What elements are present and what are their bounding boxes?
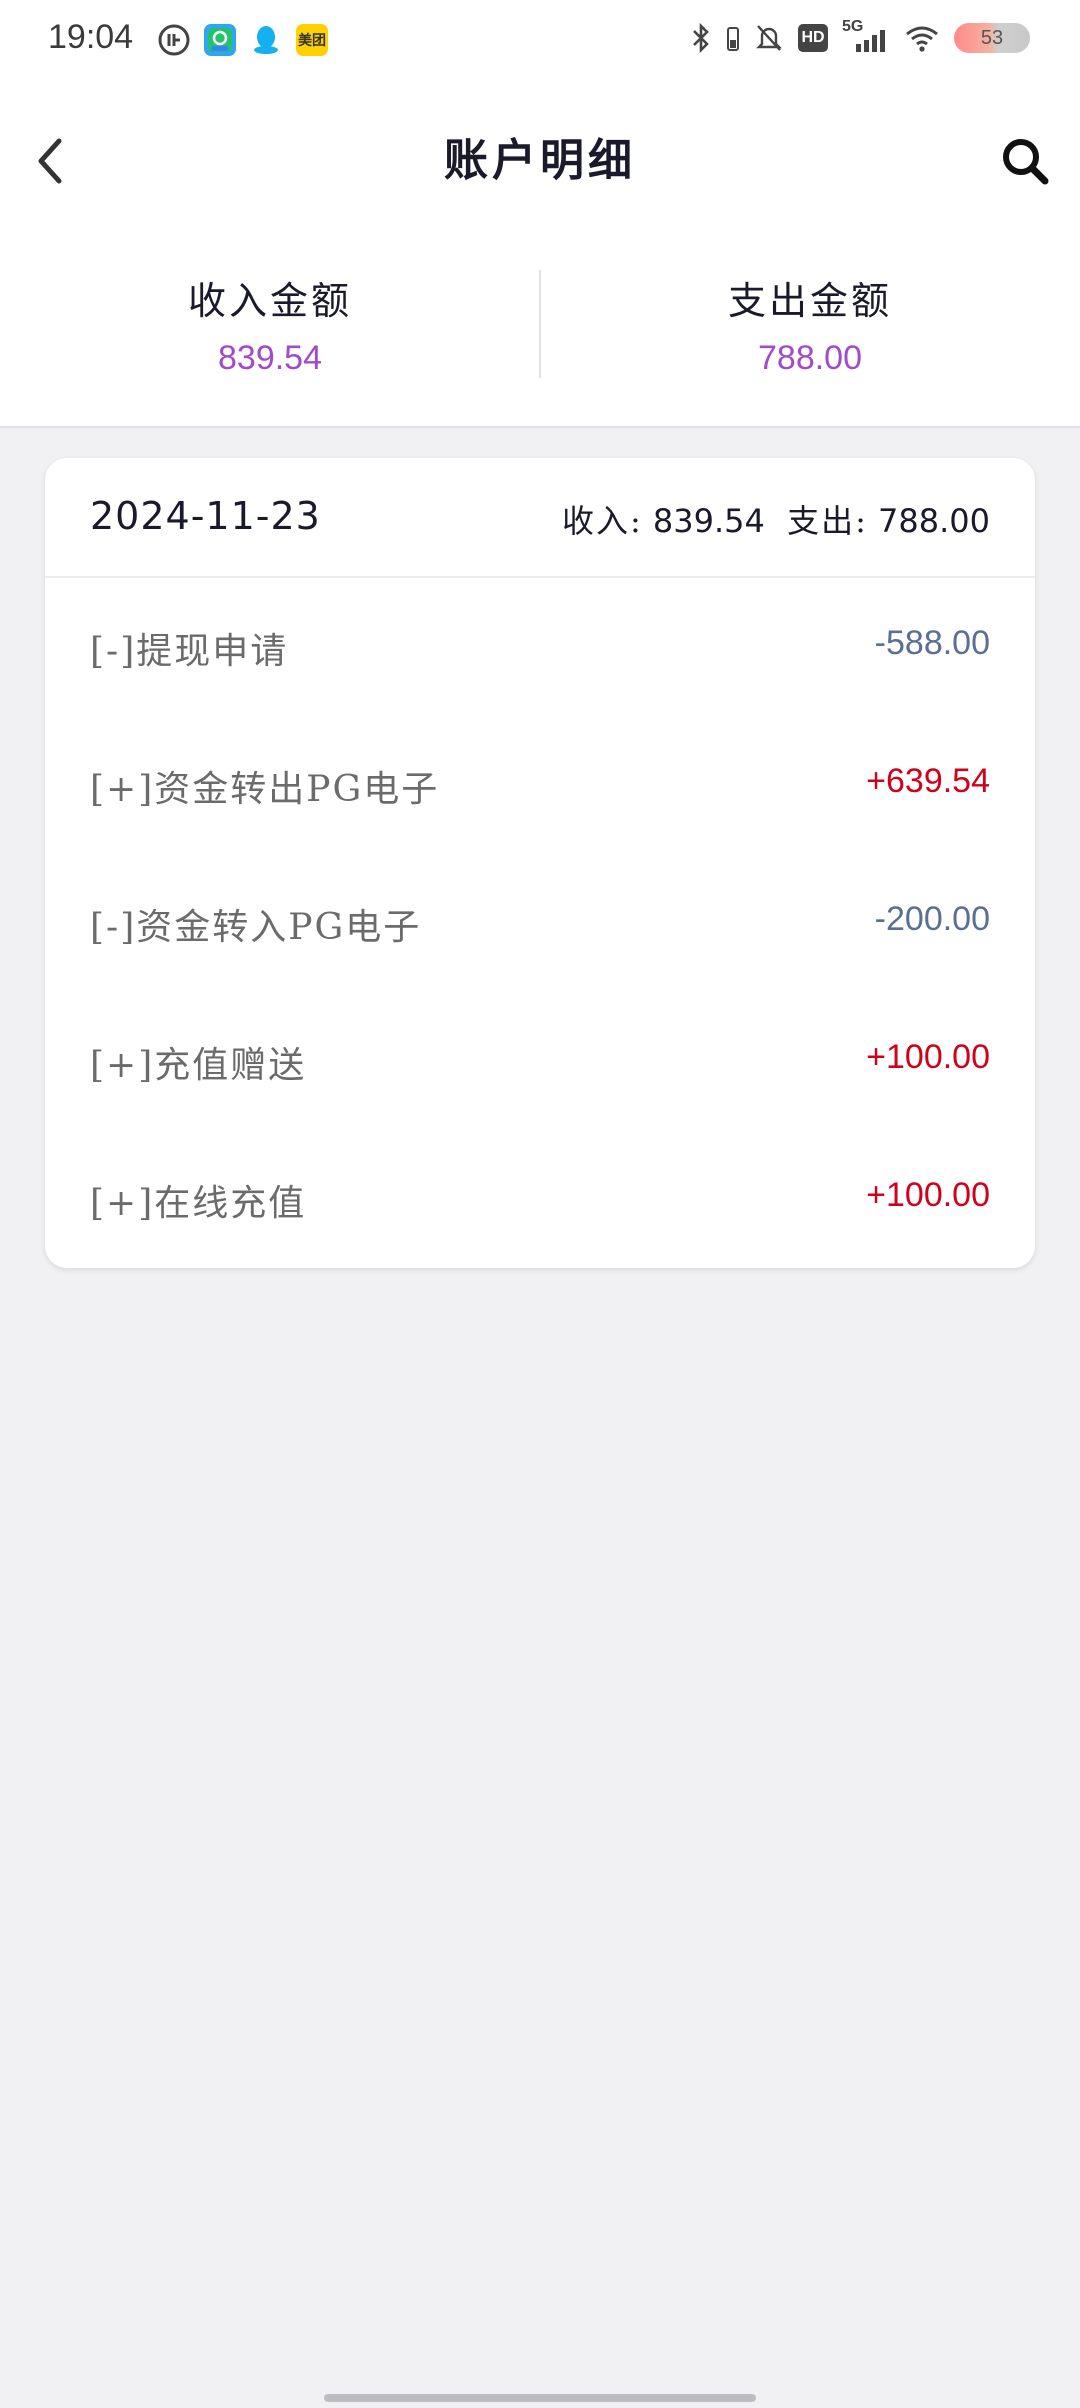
day-expense-total: 788.00 [878, 502, 990, 540]
transaction-amount: -200.00 [874, 900, 990, 938]
card-header: 2024-11-23 收入: 839.54 支出: 788.00 [45, 458, 1035, 578]
day-income-total: 839.54 [652, 502, 765, 540]
expense-summary: 支出金额 788.00 [540, 234, 1080, 426]
transaction-amount: +100.00 [866, 1176, 990, 1214]
qq-icon [250, 24, 282, 56]
transaction-row[interactable]: [+]充值赠送 +100.00 [45, 992, 1035, 1130]
income-label: 收入金额 [187, 279, 352, 323]
day-income-label: 收入: [561, 502, 643, 540]
meituan-app-icon: 美团 [296, 24, 328, 56]
wifi-icon [906, 26, 938, 52]
cellular-signal-icon: 5G [842, 18, 890, 54]
transaction-label: [-]资金转入PG电子 [90, 907, 422, 948]
expense-value: 788.00 [758, 339, 862, 377]
day-transactions-card: 2024-11-23 收入: 839.54 支出: 788.00 [-]提现申请… [45, 458, 1035, 1268]
wifi-assistant-app-icon [204, 24, 236, 56]
day-totals: 收入: 839.54 支出: 788.00 [562, 496, 990, 542]
transaction-amount: +639.54 [866, 762, 990, 800]
hd-icon: HD [798, 24, 828, 52]
expense-label: 支出金额 [727, 279, 892, 323]
transaction-row[interactable]: [+]在线充值 +100.00 [45, 1130, 1035, 1268]
transaction-label: [+]在线充值 [90, 1183, 307, 1224]
income-value: 839.54 [218, 339, 322, 377]
notification-icons: 美团 [158, 24, 328, 56]
app-notification-icon [158, 24, 190, 56]
bluetooth-icon [693, 22, 709, 54]
transaction-row[interactable]: [+]资金转出PG电子 +639.54 [45, 716, 1035, 854]
search-icon [1003, 139, 1049, 185]
transaction-row[interactable]: [-]提现申请 -588.00 [45, 578, 1035, 716]
mute-bell-icon [756, 25, 782, 51]
app-header: 账户明细 [0, 84, 1080, 234]
transaction-label: [-]提现申请 [90, 631, 289, 672]
transaction-amount: -588.00 [874, 624, 990, 662]
transaction-amount: +100.00 [866, 1038, 990, 1076]
system-status-icons: HD 5G 53 [690, 18, 1030, 54]
page-title: 账户明细 [444, 135, 636, 186]
status-time: 19:04 [48, 18, 134, 56]
battery-icon: 53 [954, 23, 1030, 53]
transaction-label: [+]资金转出PG电子 [90, 769, 440, 810]
status-bar: 19:04 美团 HD 5G 53 [0, 0, 1080, 84]
day-expense-label: 支出: [787, 502, 868, 540]
balance-summary: 收入金额 839.54 支出金额 788.00 [0, 234, 1080, 428]
transaction-row[interactable]: [-]资金转入PG电子 -200.00 [45, 854, 1035, 992]
transaction-label: [+]充值赠送 [90, 1045, 307, 1086]
vibrate-battery-icon [727, 27, 739, 51]
search-button[interactable] [992, 128, 1058, 194]
income-summary: 收入金额 839.54 [0, 234, 540, 426]
transaction-date: 2024-11-23 [90, 494, 321, 538]
home-indicator[interactable] [324, 2394, 756, 2402]
